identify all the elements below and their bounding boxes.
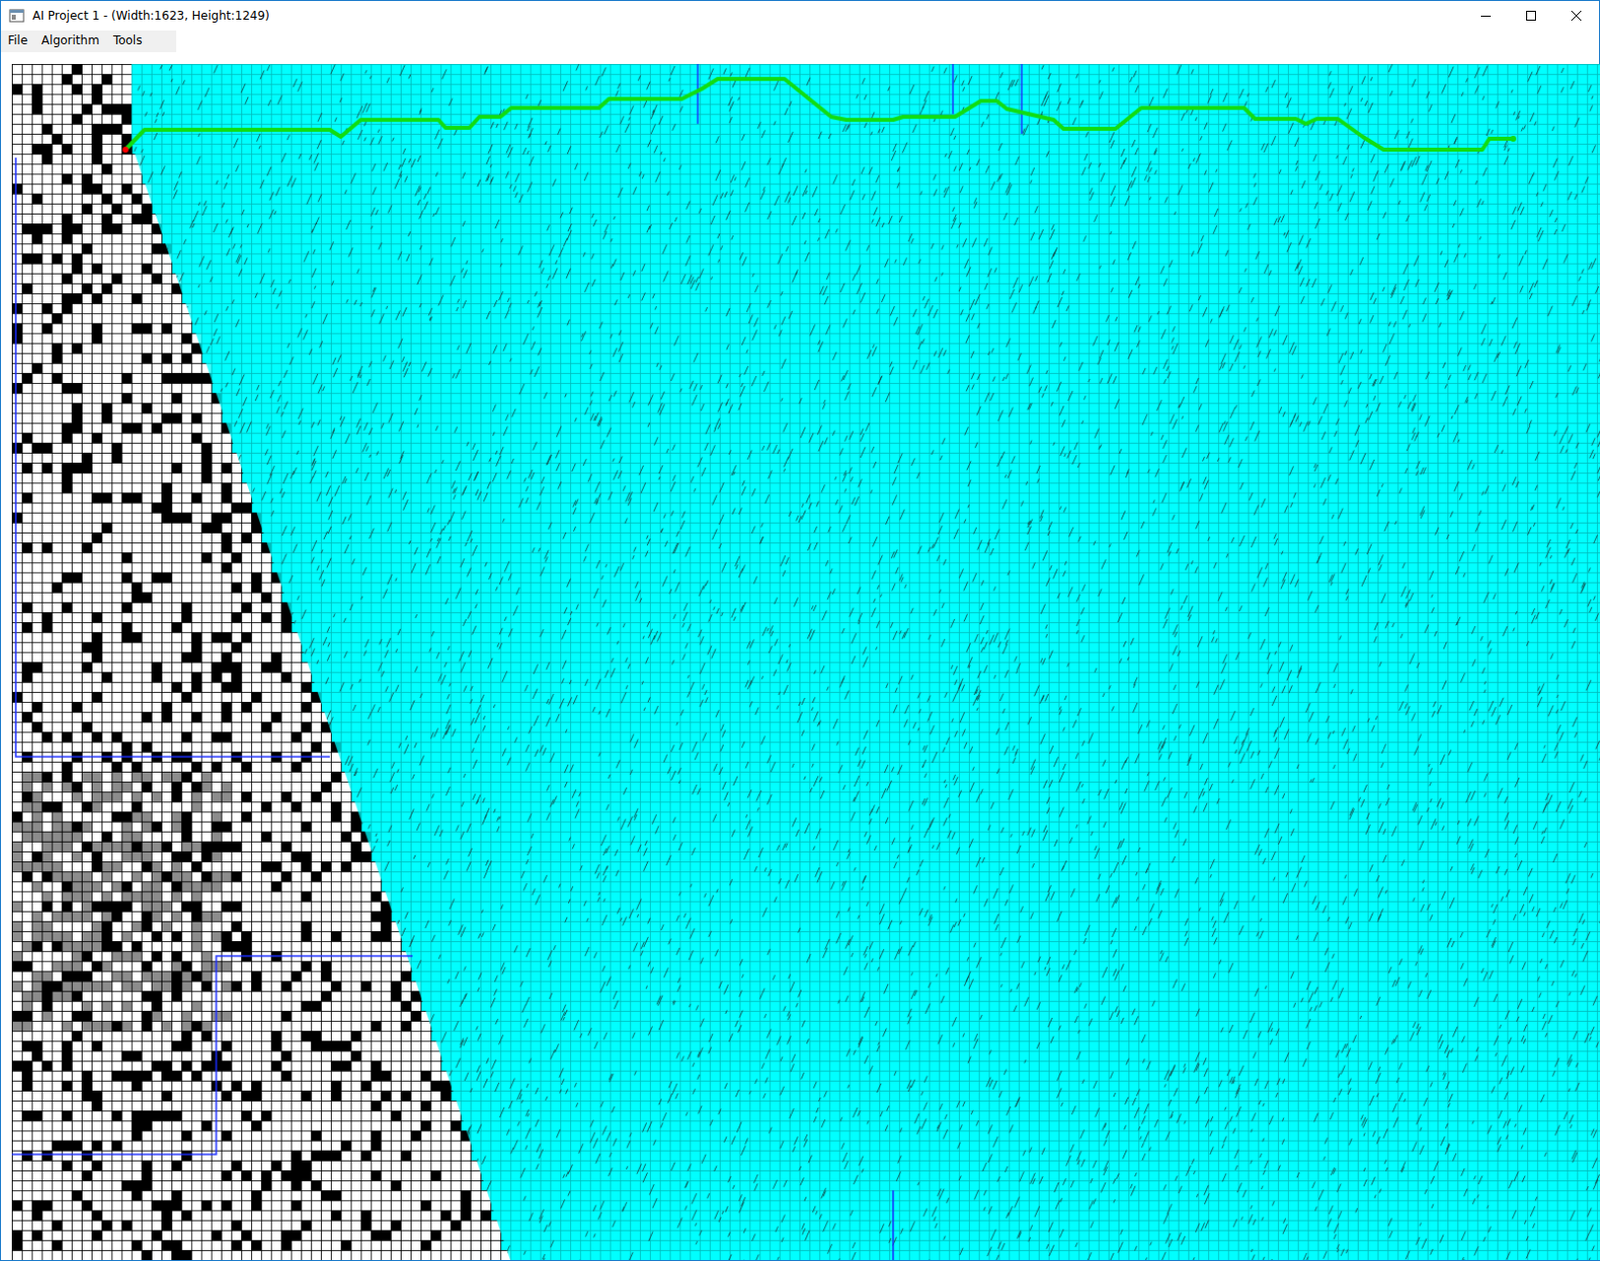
app-icon: [8, 7, 25, 24]
app-window: AI Project 1 - (Width:1623, Height:1249)…: [0, 0, 1600, 1261]
window-title: AI Project 1 - (Width:1623, Height:1249): [32, 8, 1464, 23]
menu-list: FileAlgorithmTools: [0, 30, 177, 53]
menu-item[interactable]: File: [0, 30, 35, 53]
minimize-icon[interactable]: [1463, 0, 1509, 31]
close-icon[interactable]: [1553, 0, 1600, 31]
menu-bar: FileAlgorithmTools: [0, 30, 1600, 53]
grid-canvas[interactable]: [11, 64, 1600, 1261]
title-bar: AI Project 1 - (Width:1623, Height:1249): [0, 0, 1600, 31]
menu-item[interactable]: Tools: [106, 30, 150, 53]
maximize-icon[interactable]: [1508, 0, 1554, 31]
menu-item[interactable]: Algorithm: [34, 30, 107, 53]
grid-area: [0, 52, 1600, 1261]
